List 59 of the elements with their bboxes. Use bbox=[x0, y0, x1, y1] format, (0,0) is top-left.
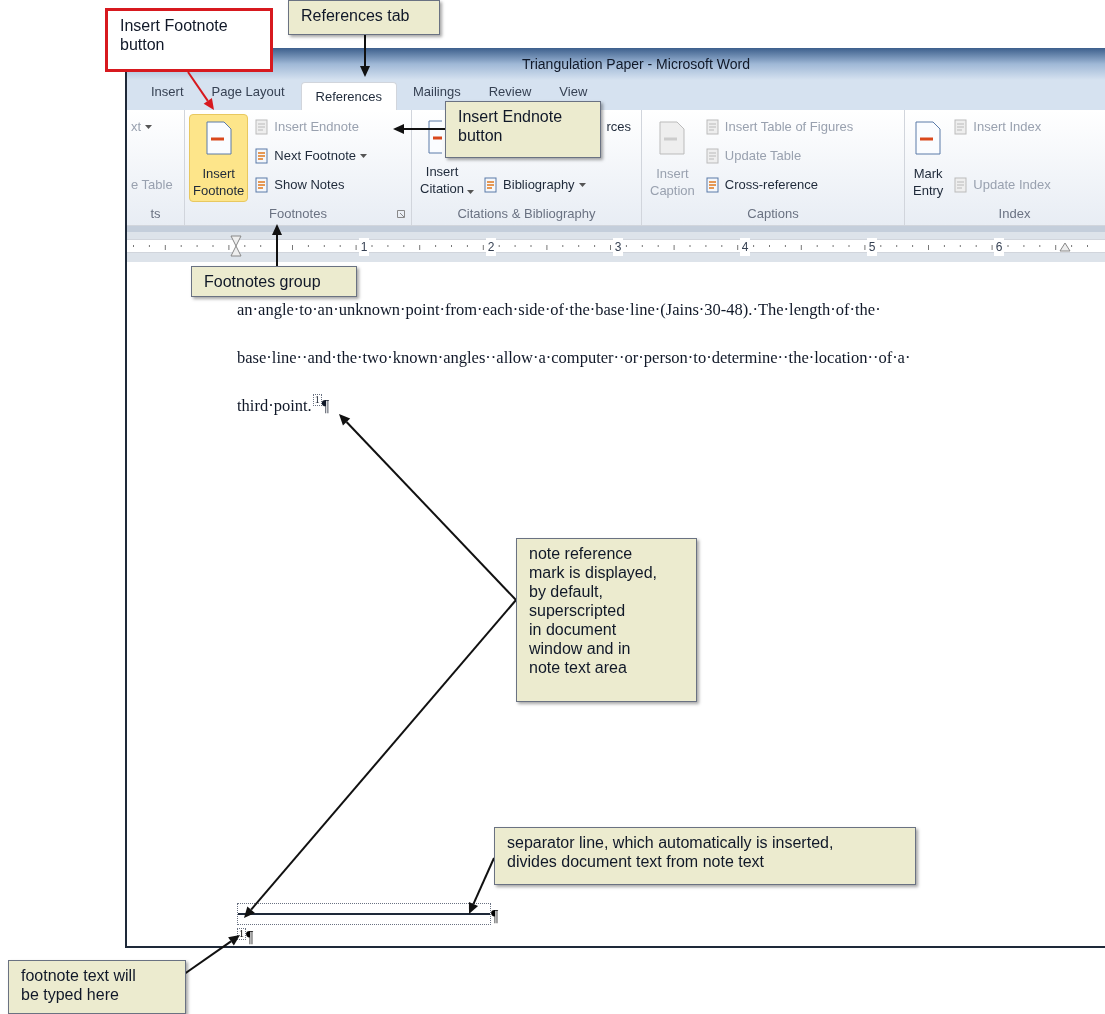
ribbon-button[interactable]: Mark Entry bbox=[909, 114, 948, 202]
document-icon bbox=[254, 119, 271, 135]
callout: Footnotes group bbox=[191, 266, 357, 297]
document-icon bbox=[254, 177, 271, 193]
ribbon-button[interactable]: Insert Footnote bbox=[189, 114, 249, 202]
arrow bbox=[393, 124, 446, 134]
ruler-number: 5 bbox=[867, 238, 877, 256]
ribbon-tab[interactable]: Insert bbox=[139, 83, 196, 100]
dialog-launcher-icon[interactable] bbox=[397, 210, 405, 218]
document-icon bbox=[203, 121, 234, 155]
ribbon-button[interactable]: Cross-reference bbox=[704, 172, 818, 198]
arrow bbox=[187, 71, 214, 110]
arrow bbox=[272, 224, 282, 267]
ribbon-button[interactable]: Insert Citation bbox=[416, 162, 478, 202]
callout: note reference mark is displayed, by default, superscripted in document window and in note text area bbox=[516, 538, 697, 702]
callout: Insert Footnote button bbox=[105, 8, 273, 72]
callout: separator line, which automatically is inserted, divides document text from note text bbox=[494, 827, 916, 885]
document-icon bbox=[953, 177, 970, 193]
ruler-number: 2 bbox=[486, 238, 496, 256]
arrow bbox=[360, 34, 370, 77]
ribbon-button[interactable]: Next Footnote bbox=[254, 143, 367, 169]
document-icon bbox=[483, 177, 500, 193]
ruler-number: 4 bbox=[740, 238, 750, 256]
ruler-number: 3 bbox=[613, 238, 623, 256]
callout: footnote text will be typed here bbox=[8, 960, 186, 1014]
group-label: Footnotes bbox=[269, 205, 327, 224]
ribbon-button[interactable]: Show Notes bbox=[254, 172, 345, 198]
document-text: base·line··and·the·two·known·angles··allow·a·computer··or·person·to·determine··the·location··of·a· bbox=[237, 347, 911, 369]
document-text: third·point. bbox=[237, 395, 312, 417]
paragraph-mark: ¶ bbox=[246, 928, 254, 946]
ribbon-tab[interactable]: References bbox=[300, 82, 397, 110]
document-icon bbox=[704, 119, 721, 135]
paragraph-mark: ¶ bbox=[491, 907, 499, 925]
indent-marker-icon[interactable] bbox=[230, 235, 242, 259]
group-label: Captions bbox=[747, 205, 799, 224]
document-icon bbox=[953, 119, 970, 135]
document-icon bbox=[254, 148, 271, 164]
document-icon bbox=[426, 120, 442, 154]
document-icon bbox=[704, 148, 721, 164]
ribbon-button[interactable]: Bibliography bbox=[483, 172, 586, 198]
document-text: an·angle·to·an·unknown·point·from·each·side·of·the·base·line·(Jains·30-48).·The·length·of·the· bbox=[237, 299, 881, 321]
paragraph-mark: ¶ bbox=[321, 395, 330, 417]
ruler-number: 6 bbox=[994, 238, 1004, 256]
ribbon-tab[interactable]: Page Layout bbox=[199, 83, 297, 100]
ribbon-tab[interactable]: Review bbox=[476, 83, 544, 100]
group-label: Citations & Bibliography bbox=[457, 205, 596, 224]
document-icon bbox=[657, 121, 688, 155]
note-reference-mark: 1 bbox=[312, 394, 322, 406]
indent-marker-icon[interactable] bbox=[1059, 242, 1071, 252]
callout: Insert Endnote button bbox=[445, 101, 601, 158]
ribbon-tab[interactable]: View bbox=[547, 83, 600, 100]
callout: References tab bbox=[288, 0, 440, 35]
ruler-number: 1 bbox=[359, 238, 369, 256]
ribbon-tab[interactable]: Mailings bbox=[401, 83, 473, 100]
document-icon bbox=[704, 177, 721, 193]
ribbon-button[interactable]: rces bbox=[606, 114, 637, 140]
group-label: Index bbox=[998, 205, 1031, 224]
document-icon bbox=[913, 121, 944, 155]
group-label: ts bbox=[150, 205, 161, 224]
